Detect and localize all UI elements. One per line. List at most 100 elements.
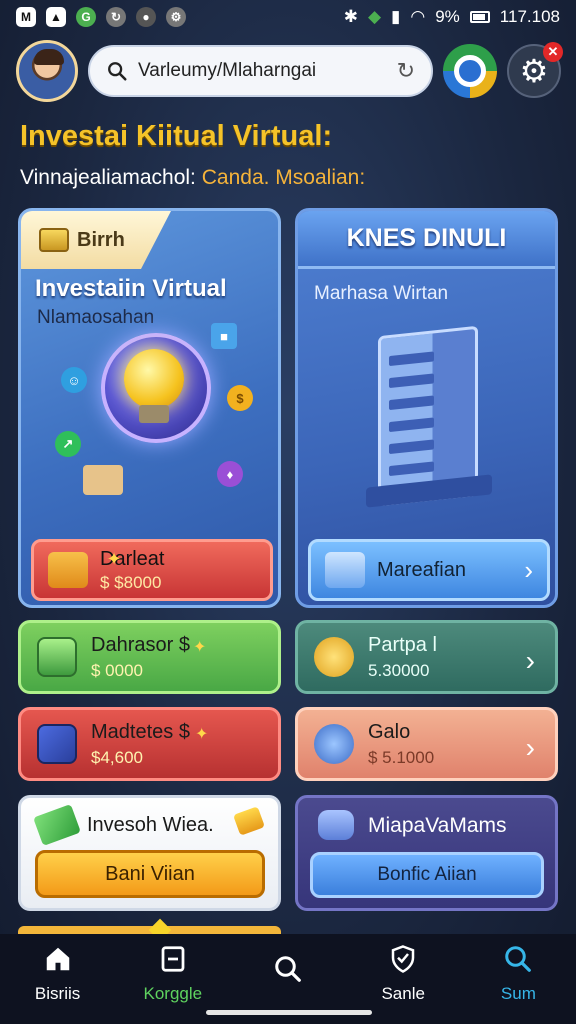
darleat-value: $ $8000 xyxy=(100,572,162,592)
promo-title: Invesoh Wiea. xyxy=(87,814,214,836)
lightbulb-base xyxy=(139,405,169,423)
bonfic-aiian-button[interactable]: Bonfic Aiian xyxy=(310,852,544,898)
nav-item-sum[interactable]: Sum xyxy=(461,934,576,1024)
growth-arrow-icon xyxy=(48,552,88,588)
gold-coin-icon xyxy=(314,637,354,677)
cube-icon: ■ xyxy=(211,323,237,349)
tile-label: Dahrasor $ xyxy=(91,633,190,656)
nav-label: Sum xyxy=(500,984,536,1003)
investment-card[interactable]: Birrh Investaiin Virtual Nlamaosahan ☺ ↗… xyxy=(18,208,281,608)
search-input[interactable] xyxy=(138,60,387,82)
status-notification-icons: M ▲ G ↻ ● ⚙ xyxy=(16,7,186,27)
status-system-icons: ✱ ◆ ▮ ◠ 9% 117.108 xyxy=(344,7,560,27)
top-header: ↻ ⚙ ✕ xyxy=(16,38,563,104)
circle-icon: ● xyxy=(136,7,156,27)
subtitle-prefix: Vinnajealiamachol: xyxy=(20,166,196,189)
tile-galo[interactable]: Galo $ 5.1000 › xyxy=(295,707,558,781)
tile-text: Madtetes $ $4,600 xyxy=(91,721,190,768)
bani-viian-button[interactable]: Bani Viian xyxy=(35,850,265,898)
mareafian-button[interactable]: Mareafian › xyxy=(308,539,550,601)
notification-badge: ✕ xyxy=(543,42,563,62)
promo-card-left: Invesoh Wiea. Bani Viian xyxy=(18,795,281,911)
nav-label: Sanle xyxy=(381,984,425,1003)
battery-icon xyxy=(469,11,490,23)
chevron-right-icon: › xyxy=(525,732,535,763)
tile-value: 5.30000 xyxy=(368,660,430,680)
tag-icon xyxy=(233,806,265,836)
tile-label: Partpa l xyxy=(368,633,437,656)
search-icon xyxy=(505,946,532,972)
search-bar[interactable]: ↻ xyxy=(88,45,433,97)
tile-value: $ 0000 xyxy=(91,660,143,680)
card-banner: KNES DINULI xyxy=(298,211,555,269)
darleat-button[interactable]: Darleat $ $8000 ✦ xyxy=(31,539,273,601)
tile-partpa[interactable]: Partpa l 5.30000 › xyxy=(295,620,558,694)
sparkle-icon: ✦ xyxy=(195,726,209,743)
promo-title: MiapaVaMams xyxy=(368,814,507,837)
mareafian-label: Mareafian xyxy=(377,558,466,581)
chevron-right-icon: › xyxy=(525,645,535,676)
page-subtitle: Vinnajealiamachol: Canda. Msoalian: xyxy=(20,166,365,190)
settings-button[interactable]: ⚙ ✕ xyxy=(507,42,563,98)
home-indicator[interactable] xyxy=(206,1010,372,1015)
wifi-icon: ◠ xyxy=(410,7,426,26)
sync-icon: ↻ xyxy=(106,7,126,27)
person-icon: ☺ xyxy=(61,367,87,393)
bluetooth-icon: ✱ xyxy=(343,7,358,26)
nav-item-home[interactable]: Bisriis xyxy=(0,934,115,1024)
chevron-right-icon: › xyxy=(524,554,533,585)
coin-icon: $ xyxy=(227,385,253,411)
search-icon xyxy=(108,62,127,81)
avatar[interactable] xyxy=(16,40,78,102)
refresh-icon[interactable]: ↻ xyxy=(397,58,415,84)
money-stack-icon xyxy=(39,228,69,252)
pencil-icon xyxy=(33,804,81,846)
tile-value: $ 5.1000 xyxy=(368,747,435,767)
magnifier-icon xyxy=(314,724,354,764)
nav-label: Bisriis xyxy=(34,984,81,1003)
notification-icon: M xyxy=(16,7,36,27)
location-button[interactable] xyxy=(443,44,497,98)
card-heading: Investaiin Virtual xyxy=(35,275,227,302)
clock: 117.108 xyxy=(499,7,560,26)
signal-icon: ▮ xyxy=(391,7,401,26)
tile-label: Galo xyxy=(368,720,411,743)
card-subheading: Marhasa Wirtan xyxy=(314,283,449,304)
business-card[interactable]: KNES DINULI Marhasa Wirtan Mareafian › xyxy=(295,208,558,608)
promo-card-right: MiapaVaMams Bonfic Aiian xyxy=(295,795,558,911)
network-icon: ◆ xyxy=(367,7,382,26)
status-bar: M ▲ G ↻ ● ⚙ ✱ ◆ ▮ ◠ 9% 117.108 xyxy=(0,0,576,34)
building-window xyxy=(389,461,434,477)
sparkle-icon: ✦ xyxy=(193,639,207,656)
cash-stack-icon xyxy=(37,637,77,677)
chart-up-icon: ↗ xyxy=(55,431,81,457)
shield-icon xyxy=(391,945,415,973)
tile-label: Madtetes $ xyxy=(91,720,190,743)
tile-value: $4,600 xyxy=(91,747,143,767)
tile-text: Dahrasor $ $ 0000 xyxy=(91,634,190,681)
app-icon: G xyxy=(76,7,96,27)
pin-icon: ♦ xyxy=(217,461,243,487)
building-window xyxy=(389,395,434,411)
building-window xyxy=(389,439,434,455)
lightbulb-icon xyxy=(124,349,184,409)
tile-madtetes[interactable]: Madtetes $ $4,600 ✦ xyxy=(18,707,281,781)
search-icon xyxy=(275,956,301,982)
truck-icon xyxy=(325,552,365,588)
pen-tablet-icon xyxy=(37,724,77,764)
nav-label: Korggle xyxy=(143,984,203,1003)
card-subheading: Nlamaosahan xyxy=(37,307,155,328)
tile-dahrasor[interactable]: Dahrasor $ $ 0000 ✦ xyxy=(18,620,281,694)
building-window xyxy=(389,417,434,433)
category-tag: Birrh xyxy=(21,211,171,269)
image-icon: ▲ xyxy=(46,7,66,27)
location-icon xyxy=(454,55,486,87)
building-window xyxy=(389,351,434,367)
tile-text: Galo $ 5.1000 xyxy=(368,721,434,768)
subtitle-highlight: Canda. Msoalian: xyxy=(201,166,366,189)
tile-text: Partpa l 5.30000 xyxy=(368,634,437,681)
settings-small-icon: ⚙ xyxy=(166,7,186,27)
page-title: Investai Kiitual Virtual: xyxy=(20,120,333,152)
coin-stack-icon xyxy=(318,810,354,840)
card-icon xyxy=(161,946,185,972)
